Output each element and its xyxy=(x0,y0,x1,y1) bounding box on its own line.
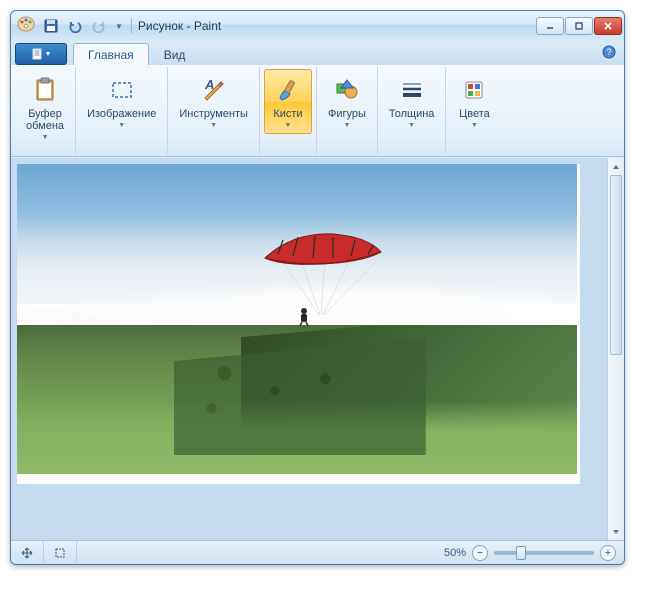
group-shapes: Фигуры ▼ xyxy=(317,67,378,154)
file-menu-button[interactable]: ▼ xyxy=(15,43,67,65)
svg-text:?: ? xyxy=(606,47,611,57)
vertical-scrollbar[interactable] xyxy=(607,158,624,540)
paraglider-pilot xyxy=(297,307,311,327)
window-controls xyxy=(536,17,622,35)
group-clipboard: Буфер обмена ▼ xyxy=(15,67,76,154)
brushes-label: Кисти xyxy=(273,108,302,120)
app-window: ▼ Рисунок - Paint ▼ Главная Вид ? xyxy=(10,10,625,565)
paint-app-icon xyxy=(17,15,35,38)
scroll-thumb[interactable] xyxy=(610,175,622,355)
svg-text:A: A xyxy=(204,77,214,92)
zoom-in-button[interactable]: + xyxy=(600,545,616,561)
help-button[interactable]: ? xyxy=(602,45,616,64)
chevron-down-icon: ▼ xyxy=(471,122,478,129)
brushes-button[interactable]: Кисти ▼ xyxy=(264,69,312,134)
line-weight-icon xyxy=(396,74,428,106)
selection-size-cell xyxy=(44,541,77,564)
tools-button[interactable]: A Инструменты ▼ xyxy=(172,69,255,134)
zoom-slider-handle[interactable] xyxy=(516,546,526,560)
redo-button[interactable] xyxy=(89,16,109,36)
tools-label: Инструменты xyxy=(179,108,248,120)
zoom-label: 50% xyxy=(444,547,466,559)
undo-button[interactable] xyxy=(65,16,85,36)
group-image: Изображение ▼ xyxy=(76,67,168,154)
colors-button[interactable]: Цвета ▼ xyxy=(450,69,498,134)
shapes-button[interactable]: Фигуры ▼ xyxy=(321,69,373,134)
scroll-track[interactable] xyxy=(608,175,624,523)
zoom-slider[interactable] xyxy=(494,551,594,555)
tab-home-label: Главная xyxy=(88,48,134,62)
clipboard-button[interactable]: Буфер обмена ▼ xyxy=(19,69,71,146)
cursor-position-cell xyxy=(11,541,44,564)
minimize-button[interactable] xyxy=(536,17,564,35)
workspace xyxy=(11,157,624,540)
image-label: Изображение xyxy=(87,108,156,120)
tab-home[interactable]: Главная xyxy=(73,43,149,65)
color-swatch-icon xyxy=(458,74,490,106)
scroll-up-button[interactable] xyxy=(608,158,624,175)
paraglider-canopy xyxy=(263,232,383,270)
ribbon-tab-row: ▼ Главная Вид ? xyxy=(11,41,624,65)
clipboard-label: Буфер обмена xyxy=(26,108,64,132)
chevron-down-icon: ▼ xyxy=(45,51,52,58)
paintbrush-icon xyxy=(272,74,304,106)
tab-view[interactable]: Вид xyxy=(149,43,201,65)
colors-label: Цвета xyxy=(459,108,490,120)
zoom-out-button[interactable]: − xyxy=(472,545,488,561)
pencil-a-icon: A xyxy=(198,74,230,106)
chevron-down-icon: ▼ xyxy=(408,122,415,129)
save-button[interactable] xyxy=(41,16,61,36)
chevron-down-icon: ▼ xyxy=(118,122,125,129)
select-rect-icon xyxy=(106,74,138,106)
size-button[interactable]: Толщина ▼ xyxy=(382,69,442,134)
scroll-down-button[interactable] xyxy=(608,523,624,540)
titlebar-separator xyxy=(131,18,132,34)
crop-icon xyxy=(54,547,66,559)
zoom-control: 50% − + xyxy=(436,545,624,561)
statusbar: 50% − + xyxy=(11,540,624,564)
group-colors: Цвета ▼ xyxy=(446,67,502,154)
titlebar: ▼ Рисунок - Paint xyxy=(11,11,624,41)
shapes-icon xyxy=(331,74,363,106)
canvas[interactable] xyxy=(17,164,580,484)
image-select-button[interactable]: Изображение ▼ xyxy=(80,69,163,134)
chevron-down-icon: ▼ xyxy=(284,122,291,129)
chevron-down-icon: ▼ xyxy=(343,122,350,129)
move-cursor-icon xyxy=(21,547,33,559)
clipboard-icon xyxy=(29,74,61,106)
tab-view-label: Вид xyxy=(164,48,186,62)
qat-dropdown-icon[interactable]: ▼ xyxy=(115,22,123,31)
chevron-down-icon: ▼ xyxy=(42,134,49,141)
chevron-down-icon: ▼ xyxy=(210,122,217,129)
ribbon-body: Буфер обмена ▼ Изображение ▼ A Инструмен… xyxy=(11,65,624,157)
shapes-label: Фигуры xyxy=(328,108,366,120)
maximize-button[interactable] xyxy=(565,17,593,35)
group-tools: A Инструменты ▼ xyxy=(168,67,260,154)
quick-access-toolbar: ▼ xyxy=(41,16,125,36)
size-label: Толщина xyxy=(389,108,435,120)
group-brushes: Кисти ▼ xyxy=(260,67,317,154)
canvas-viewport[interactable] xyxy=(11,158,607,540)
window-title: Рисунок - Paint xyxy=(138,19,221,33)
group-size: Толщина ▼ xyxy=(378,67,447,154)
close-button[interactable] xyxy=(594,17,622,35)
canvas-image xyxy=(17,164,577,474)
